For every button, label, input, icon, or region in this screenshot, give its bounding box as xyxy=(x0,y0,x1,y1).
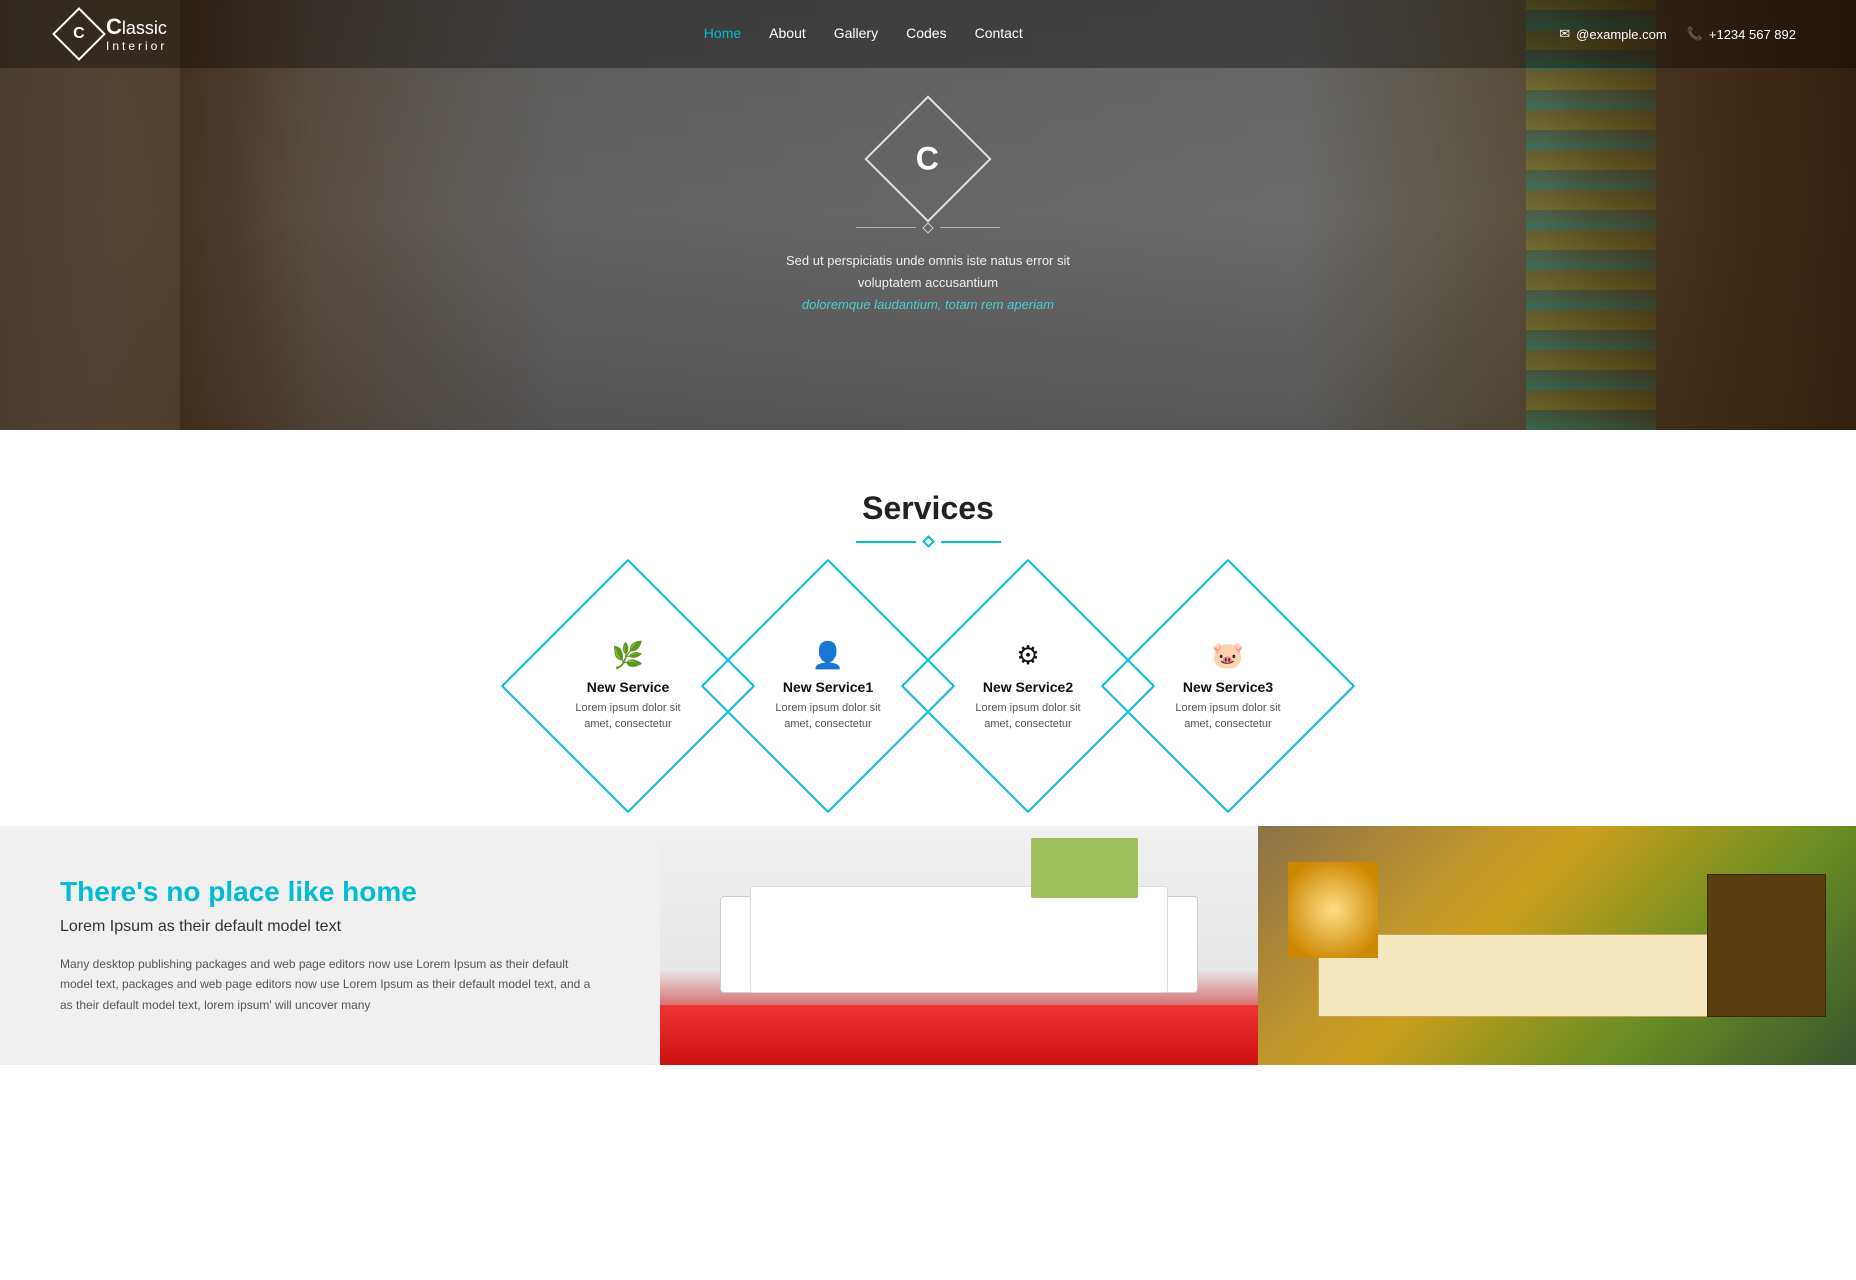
services-grid: 🌿 New Service Lorem ipsum dolor sit amet… xyxy=(40,596,1816,776)
service-card-inner-2: ⚙ New Service2 Lorem ipsum dolor sit ame… xyxy=(938,640,1118,732)
service-icon-leaf: 🌿 xyxy=(612,640,644,671)
services-divider-line-right xyxy=(941,541,1001,543)
email-text: @example.com xyxy=(1576,27,1667,42)
services-section: Services 🌿 New Service Lorem ipsum dolor… xyxy=(0,430,1856,826)
service-card-0[interactable]: 🌿 New Service Lorem ipsum dolor sit amet… xyxy=(538,596,718,776)
phone-icon: 📞 xyxy=(1687,26,1703,42)
logo-text: Classic Interior xyxy=(106,15,167,52)
nav-codes[interactable]: Codes xyxy=(906,25,946,43)
nav-contact-link[interactable]: Contact xyxy=(975,25,1023,41)
service-desc-0: Lorem ipsum dolor sit amet, consectetur xyxy=(562,701,694,732)
phone-text: +1234 567 892 xyxy=(1709,27,1796,42)
logo-letter: C xyxy=(73,25,85,43)
bottom-img-bedroom xyxy=(1258,826,1856,1065)
nav-home[interactable]: Home xyxy=(704,25,741,43)
nav-links: Home About Gallery Codes Contact xyxy=(704,25,1023,43)
service-name-3: New Service3 xyxy=(1183,679,1273,695)
service-desc-3: Lorem ipsum dolor sit amet, consectetur xyxy=(1162,701,1294,732)
bathroom-floor xyxy=(660,1005,1258,1065)
services-title: Services xyxy=(40,490,1816,527)
nav-home-link[interactable]: Home xyxy=(704,25,741,41)
bottom-subheading: Lorem Ipsum as their default model text xyxy=(60,918,600,936)
nav-about-link[interactable]: About xyxy=(769,25,806,41)
service-icon-piggy: 🐷 xyxy=(1212,640,1244,671)
services-divider xyxy=(40,537,1816,546)
hero-divider-line-left xyxy=(856,227,916,228)
hero-content: C Sed ut perspiciatis unde omnis iste na… xyxy=(758,114,1098,316)
service-desc-1: Lorem ipsum dolor sit amet, consectetur xyxy=(762,701,894,732)
bottom-text: There's no place like home Lorem Ipsum a… xyxy=(0,826,660,1065)
hero-subtitle: Sed ut perspiciatis unde omnis iste natu… xyxy=(758,250,1098,316)
hero-divider-diamond xyxy=(922,222,933,233)
nav-contact-info: ✉ @example.com 📞 +1234 567 892 xyxy=(1559,26,1796,42)
bathroom-plant xyxy=(1031,838,1139,898)
service-desc-2: Lorem ipsum dolor sit amet, consectetur xyxy=(962,701,1094,732)
navbar: C Classic Interior Home About Gallery Co… xyxy=(0,0,1856,68)
bottom-body: Many desktop publishing packages and web… xyxy=(60,954,600,1015)
service-card-3[interactable]: 🐷 New Service3 Lorem ipsum dolor sit ame… xyxy=(1138,596,1318,776)
nav-gallery[interactable]: Gallery xyxy=(834,25,878,43)
service-card-inner-0: 🌿 New Service Lorem ipsum dolor sit amet… xyxy=(538,640,718,732)
bathroom-sink xyxy=(750,886,1169,994)
service-icon-user: 👤 xyxy=(812,640,844,671)
nav-about[interactable]: About xyxy=(769,25,806,43)
services-divider-diamond xyxy=(922,535,935,548)
nav-gallery-link[interactable]: Gallery xyxy=(834,25,878,41)
logo-interior: Interior xyxy=(106,40,167,53)
services-divider-line-left xyxy=(856,541,916,543)
bedroom-lamp xyxy=(1288,862,1378,958)
logo-classic: lassic xyxy=(122,18,167,38)
email-icon: ✉ xyxy=(1559,26,1570,42)
email-info: ✉ @example.com xyxy=(1559,26,1666,42)
service-name-1: New Service1 xyxy=(783,679,873,695)
logo-brand: Classic xyxy=(106,15,167,39)
hero-subtitle-line2: doloremque laudantium, totam rem aperiam xyxy=(802,297,1054,312)
service-card-1[interactable]: 👤 New Service1 Lorem ipsum dolor sit ame… xyxy=(738,596,918,776)
hero-divider xyxy=(758,224,1098,232)
bedroom-dresser xyxy=(1707,874,1827,1018)
bottom-section: There's no place like home Lorem Ipsum a… xyxy=(0,826,1856,1065)
hero-subtitle-line1: Sed ut perspiciatis unde omnis iste natu… xyxy=(786,253,1070,290)
nav-codes-link[interactable]: Codes xyxy=(906,25,946,41)
logo-diamond: C xyxy=(52,7,106,61)
hero-logo-letter: C xyxy=(916,140,939,177)
bottom-img-bathroom xyxy=(660,826,1258,1065)
service-card-inner-1: 👤 New Service1 Lorem ipsum dolor sit ame… xyxy=(738,640,918,732)
nav-contact[interactable]: Contact xyxy=(975,25,1023,43)
service-name-2: New Service2 xyxy=(983,679,1073,695)
phone-info: 📞 +1234 567 892 xyxy=(1687,26,1796,42)
bottom-images xyxy=(660,826,1856,1065)
logo-c: C xyxy=(106,14,122,39)
hero-divider-line-right xyxy=(940,227,1000,228)
hero-logo-diamond: C xyxy=(864,95,991,222)
service-card-inner-3: 🐷 New Service3 Lorem ipsum dolor sit ame… xyxy=(1138,640,1318,732)
service-card-2[interactable]: ⚙ New Service2 Lorem ipsum dolor sit ame… xyxy=(938,596,1118,776)
logo[interactable]: C Classic Interior xyxy=(60,15,167,53)
service-icon-gear: ⚙ xyxy=(1016,640,1039,671)
bottom-heading: There's no place like home xyxy=(60,876,600,908)
service-name-0: New Service xyxy=(587,679,670,695)
